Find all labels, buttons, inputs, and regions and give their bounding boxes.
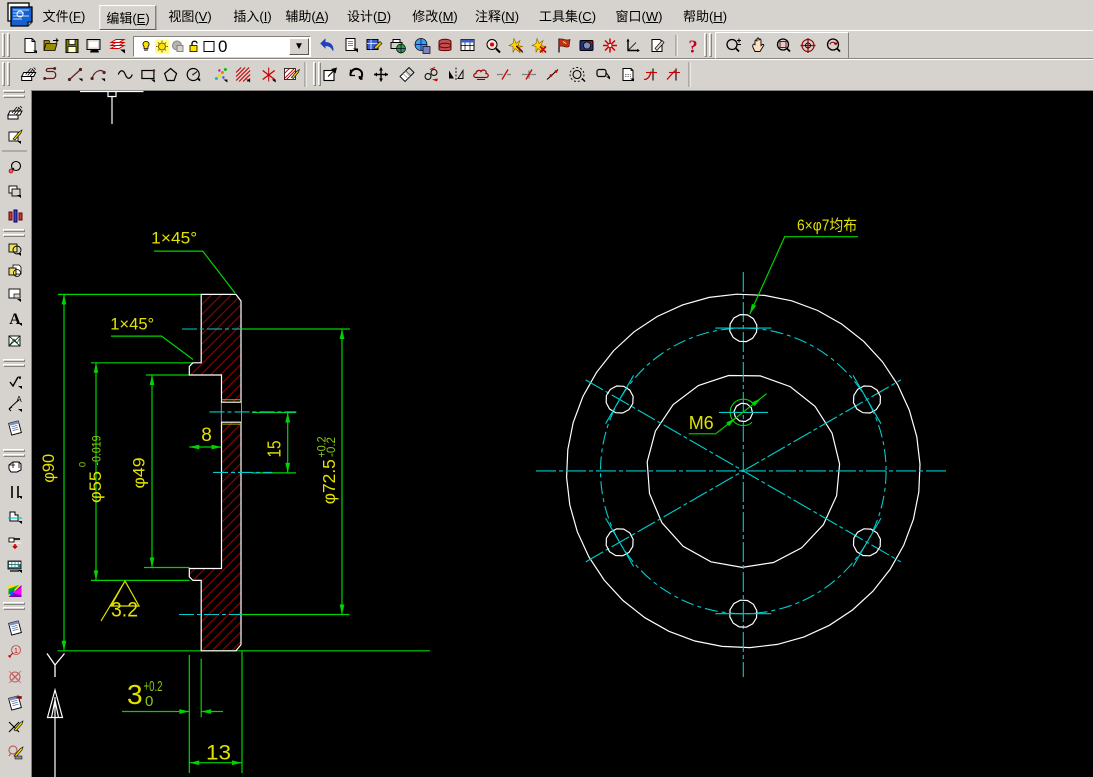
svg-text:A: A (9, 311, 21, 328)
svg-text:1×45°: 1×45° (110, 315, 154, 334)
svg-text:13: 13 (206, 742, 231, 765)
svg-text:M6: M6 (689, 413, 714, 433)
svg-text:1: 1 (14, 648, 18, 655)
svg-text:φ55: φ55 (87, 471, 105, 503)
svg-text:0: 0 (78, 462, 89, 467)
svg-text:-0.019: -0.019 (90, 435, 104, 465)
svg-text:φ90: φ90 (39, 454, 58, 483)
svg-text:3.2: 3.2 (111, 599, 138, 622)
svg-text:φ72.5: φ72.5 (319, 459, 339, 504)
svg-text:15: 15 (265, 441, 285, 458)
svg-text:A: A (16, 395, 22, 404)
svg-text:φ49: φ49 (130, 458, 149, 489)
svg-text:-0.2: -0.2 (326, 437, 338, 457)
svg-text:1×45°: 1×45° (151, 229, 197, 248)
svg-text:?: ? (689, 37, 698, 57)
svg-text:6×φ7均布: 6×φ7均布 (797, 217, 857, 235)
svg-text:8: 8 (201, 425, 212, 446)
svg-text:3: 3 (127, 679, 143, 710)
svg-text:0: 0 (145, 693, 153, 710)
